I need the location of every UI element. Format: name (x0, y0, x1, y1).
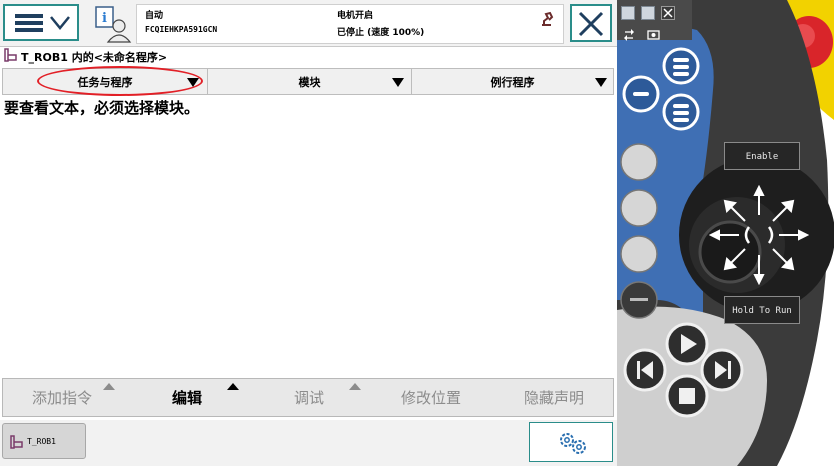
motion-mode-keys[interactable] (617, 140, 667, 320)
editor-message: 要查看文本，必须选择模块。 (4, 99, 200, 117)
run-state: 已停止 (速度 100%) (337, 28, 425, 38)
command-bar: 添加指令 编辑 调试 修改位置 隐藏声明 (2, 378, 614, 417)
add-instruction-button[interactable]: 添加指令 (32, 387, 92, 408)
taskbar-item-label: T_ROB1 (27, 437, 56, 446)
hide-declarations-button[interactable]: 隐藏声明 (524, 387, 584, 408)
debug-button[interactable]: 调试 (294, 387, 324, 408)
tab-routines[interactable]: 例行程序 (412, 69, 613, 94)
joystick-direction-arrows[interactable] (709, 185, 809, 285)
enable-button[interactable]: Enable (724, 142, 800, 170)
taskbar-item-t-rob1[interactable]: T_ROB1 (2, 423, 86, 459)
dropdown-arrow-icon (595, 78, 607, 87)
restore-window-button[interactable] (621, 6, 635, 20)
programmable-keys[interactable] (617, 44, 717, 134)
program-editor-icon (4, 48, 17, 62)
dropdown-arrow-icon (392, 78, 404, 87)
pendant-hardware-panel (617, 0, 834, 466)
chevron-down-icon (50, 16, 70, 30)
info-user-icon: i (95, 6, 132, 43)
program-editor-icon (10, 435, 23, 449)
menu-up-arrow-icon (103, 383, 115, 390)
close-window-button[interactable] (661, 6, 675, 20)
tab-modules[interactable]: 模块 (208, 69, 411, 94)
tab-label: 例行程序 (490, 75, 535, 89)
edit-button[interactable]: 编辑 (172, 387, 202, 408)
hold-to-run-button[interactable]: Hold To Run (724, 296, 800, 324)
flexpendant-screen: i 自动 FCQIEHKPA591GCN 电机开启 已停止 (速度 100%) … (0, 0, 617, 466)
highlight-annotation-oval (37, 66, 203, 96)
modify-position-button[interactable]: 修改位置 (401, 387, 461, 408)
svg-text:i: i (102, 11, 107, 26)
motor-state: 电机开启 (337, 11, 374, 21)
quickset-button[interactable] (529, 422, 613, 462)
swap-and-camera-icons[interactable] (623, 28, 663, 42)
controller-id: FCQIEHKPA591GCN (145, 25, 218, 34)
event-log-button[interactable]: i (88, 4, 134, 44)
close-icon (663, 8, 673, 18)
taskbar (0, 420, 617, 466)
page-title: T_ROB1 内的<未命名程序> (21, 51, 168, 64)
abb-menu-button[interactable] (3, 4, 79, 41)
window-title-bar: T_ROB1 内的<未命名程序> (0, 46, 617, 66)
robot-arm-icon (542, 11, 554, 26)
status-bar: 自动 FCQIEHKPA591GCN 电机开启 已停止 (速度 100%) (136, 4, 564, 44)
close-icon (578, 11, 604, 37)
close-button[interactable] (570, 4, 612, 42)
gears-icon (560, 433, 586, 454)
tab-label: 模块 (298, 75, 321, 89)
menu-up-arrow-icon (227, 383, 239, 390)
operating-mode: 自动 (145, 11, 164, 21)
playback-buttons[interactable] (617, 320, 757, 420)
minimize-window-button[interactable] (641, 6, 655, 20)
menu-up-arrow-icon (349, 383, 361, 390)
